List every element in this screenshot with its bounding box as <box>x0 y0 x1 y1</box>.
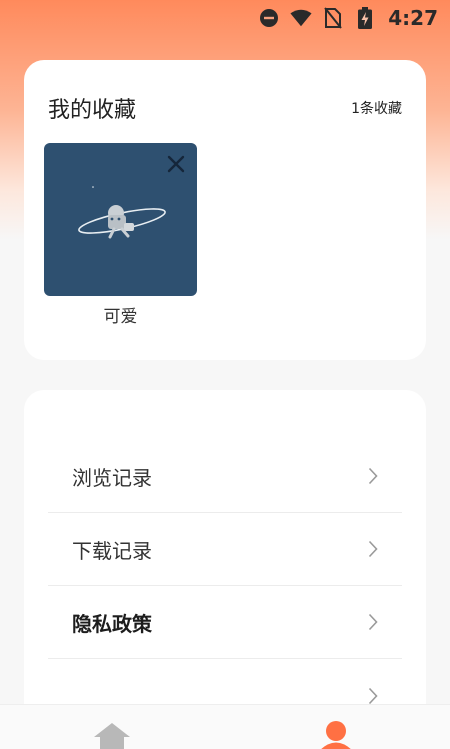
chevron-right-icon <box>368 613 380 631</box>
no-sim-icon <box>322 7 344 29</box>
favorite-item[interactable]: 可爱 <box>44 143 197 327</box>
favorite-thumbnail[interactable] <box>44 143 197 296</box>
chevron-right-icon <box>368 467 380 485</box>
status-bar: 4:27 <box>0 0 450 36</box>
favorites-card: 我的收藏 1条收藏 可爱 <box>24 60 426 360</box>
battery-charging-icon <box>354 7 376 29</box>
menu-item-browse-history[interactable]: 浏览记录 <box>48 440 402 513</box>
favorites-title: 我的收藏 <box>48 98 137 123</box>
chevron-right-icon <box>368 540 380 558</box>
home-icon[interactable] <box>93 723 131 749</box>
profile-icon[interactable] <box>318 721 354 749</box>
menu-item-privacy-policy[interactable]: 隐私政策 <box>48 586 402 659</box>
menu-list: 浏览记录 下载记录 隐私政策 <box>48 440 402 732</box>
wifi-icon <box>290 7 312 29</box>
menu-item-label: 下载记录 <box>72 538 152 563</box>
favorites-count[interactable]: 1条收藏 <box>351 98 402 118</box>
menu-card: 浏览记录 下载记录 隐私政策 <box>24 390 426 749</box>
menu-item-label: 隐私政策 <box>72 611 152 636</box>
menu-item-download-history[interactable]: 下载记录 <box>48 513 402 586</box>
menu-item-label: 浏览记录 <box>72 465 152 490</box>
do-not-disturb-icon <box>258 7 280 29</box>
bottom-nav <box>0 704 450 749</box>
favorite-item-label: 可爱 <box>103 307 138 327</box>
status-time: 4:27 <box>388 6 438 30</box>
chevron-right-icon <box>368 687 380 705</box>
close-icon[interactable] <box>165 153 187 175</box>
